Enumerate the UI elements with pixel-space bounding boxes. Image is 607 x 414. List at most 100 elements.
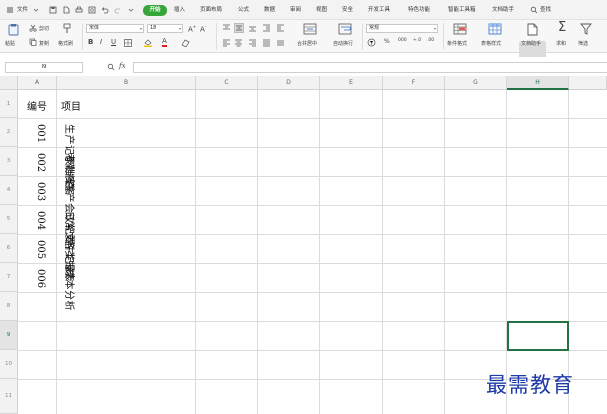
print-preview-icon[interactable] xyxy=(88,6,96,14)
row-header-7[interactable]: 7 xyxy=(0,263,18,292)
row-header-4[interactable]: 4 xyxy=(0,176,18,205)
cell-number[interactable]: 003 xyxy=(35,182,46,201)
column-header-extra[interactable] xyxy=(569,76,607,90)
header-cell-item[interactable]: 项目 xyxy=(61,98,81,113)
align-middle-icon[interactable] xyxy=(234,23,244,33)
decrease-font-icon[interactable]: A- xyxy=(200,24,206,33)
chevron-down-icon[interactable] xyxy=(32,6,40,14)
search-icon[interactable] xyxy=(530,6,538,14)
conditional-format-button[interactable]: 条件格式 xyxy=(447,40,467,47)
align-right-icon[interactable] xyxy=(248,39,257,49)
paste-icon[interactable] xyxy=(7,23,20,38)
thousands-button[interactable]: 000 xyxy=(398,38,407,43)
search-label[interactable]: 查找 xyxy=(540,5,551,16)
scissors-icon[interactable] xyxy=(29,24,37,34)
cell-number[interactable]: 005 xyxy=(35,240,46,259)
tab-security[interactable]: 安全 xyxy=(342,5,353,16)
align-bottom-icon[interactable] xyxy=(248,24,257,34)
name-box[interactable]: I9 xyxy=(5,62,83,73)
formula-input[interactable] xyxy=(133,62,607,73)
italic-icon[interactable]: I xyxy=(100,38,102,46)
row-header-3[interactable]: 3 xyxy=(0,147,18,176)
increase-font-icon[interactable]: A+ xyxy=(188,24,196,33)
tab-view[interactable]: 视图 xyxy=(316,5,327,16)
fx-button[interactable]: fx xyxy=(119,62,126,70)
filter-icon[interactable] xyxy=(580,23,592,37)
sum-icon[interactable]: Σ xyxy=(558,20,566,35)
row-header-2[interactable]: 2 xyxy=(0,118,18,147)
tab-insert[interactable]: 插入 xyxy=(174,5,185,16)
row-header-8[interactable]: 8 xyxy=(0,292,18,321)
column-header-h[interactable]: H xyxy=(507,76,569,90)
align-center-icon[interactable] xyxy=(234,39,243,49)
wrap-text-icon[interactable] xyxy=(338,23,352,37)
wrap-text-button[interactable]: 自动换行 xyxy=(333,40,353,47)
cell-item[interactable]: 成本分析 xyxy=(63,269,74,311)
filter-button[interactable]: 筛选 xyxy=(578,40,588,47)
align-left-icon[interactable] xyxy=(222,39,231,49)
copy-icon[interactable] xyxy=(29,38,37,48)
redo-icon[interactable] xyxy=(114,6,122,14)
column-header-d[interactable]: D xyxy=(258,76,320,90)
font-color-icon[interactable]: A xyxy=(162,37,167,47)
undo-icon[interactable] xyxy=(101,6,109,14)
document-helper-icon[interactable] xyxy=(526,23,539,38)
table-style-button[interactable]: 表格样式 xyxy=(481,40,501,47)
tab-data[interactable]: 数据 xyxy=(264,5,275,16)
decrease-decimal-button[interactable]: .00 xyxy=(427,38,434,43)
font-name-select[interactable]: 宋体 ▾ xyxy=(86,24,144,33)
column-header-b[interactable]: B xyxy=(57,76,196,90)
tab-review[interactable]: 审阅 xyxy=(290,5,301,16)
paste-button[interactable]: 粘贴 xyxy=(5,40,15,47)
increase-decimal-button[interactable]: +.0 xyxy=(413,38,421,43)
indent-decrease-icon[interactable] xyxy=(262,24,271,34)
underline-icon[interactable]: U xyxy=(111,38,116,46)
cut-button[interactable]: 剪切 xyxy=(39,25,49,32)
percent-button[interactable]: % xyxy=(384,38,390,45)
customize-toolbar-icon[interactable] xyxy=(127,6,135,14)
format-painter-button[interactable]: 格式刷 xyxy=(58,40,73,47)
format-painter-icon[interactable] xyxy=(62,23,72,36)
export-pdf-icon[interactable] xyxy=(62,6,70,14)
row-header-6[interactable]: 6 xyxy=(0,234,18,263)
active-cell-cursor[interactable] xyxy=(507,321,569,351)
cell-number[interactable]: 002 xyxy=(35,153,46,172)
conditional-format-icon[interactable] xyxy=(453,23,467,37)
tab-smart-toolbox[interactable]: 智能工具箱 xyxy=(448,5,476,16)
borders-icon[interactable] xyxy=(124,39,132,49)
copy-button[interactable]: 复制 xyxy=(39,40,49,47)
column-header-f[interactable]: F xyxy=(383,76,445,90)
row-header-10[interactable]: 10 xyxy=(0,350,18,379)
cell-number[interactable]: 004 xyxy=(35,211,46,230)
tab-developer[interactable]: 开发工具 xyxy=(368,5,390,16)
print-icon[interactable] xyxy=(75,6,83,14)
tab-formulas[interactable]: 公式 xyxy=(238,5,249,16)
zoom-icon[interactable] xyxy=(107,63,115,73)
currency-icon[interactable] xyxy=(367,38,376,49)
sum-button[interactable]: 求和 xyxy=(556,40,566,47)
select-all-corner[interactable] xyxy=(0,76,18,90)
row-header-11[interactable]: 11 xyxy=(0,379,18,414)
cell-area[interactable]: 编号 项目 001 生产记录档案 002 考勤档案 003 生产会议纪要 004… xyxy=(18,90,607,414)
doc-helper-button[interactable]: 文档助手 xyxy=(521,40,541,47)
clear-format-icon[interactable] xyxy=(181,39,190,49)
indent-increase-icon[interactable] xyxy=(276,24,285,34)
align-top-icon[interactable] xyxy=(222,24,231,34)
table-style-icon[interactable] xyxy=(488,23,502,37)
tab-special-features[interactable]: 特色功能 xyxy=(408,5,430,16)
merge-center-button[interactable]: 合并居中 xyxy=(297,40,317,47)
row-header-1[interactable]: 1 xyxy=(0,90,18,118)
merge-center-icon[interactable] xyxy=(303,23,317,37)
font-size-select[interactable]: 18 ▾ xyxy=(147,24,183,33)
column-header-e[interactable]: E xyxy=(320,76,383,90)
cell-number[interactable]: 006 xyxy=(35,269,46,288)
row-header-9[interactable]: 9 xyxy=(0,321,18,350)
save-icon[interactable] xyxy=(49,6,57,14)
fill-color-icon[interactable] xyxy=(143,38,153,49)
bold-icon[interactable]: B xyxy=(88,38,93,46)
justify-icon[interactable] xyxy=(262,39,271,49)
column-header-a[interactable]: A xyxy=(18,76,57,90)
cell-number[interactable]: 001 xyxy=(35,124,46,143)
row-header-5[interactable]: 5 xyxy=(0,205,18,234)
column-header-g[interactable]: G xyxy=(445,76,507,90)
